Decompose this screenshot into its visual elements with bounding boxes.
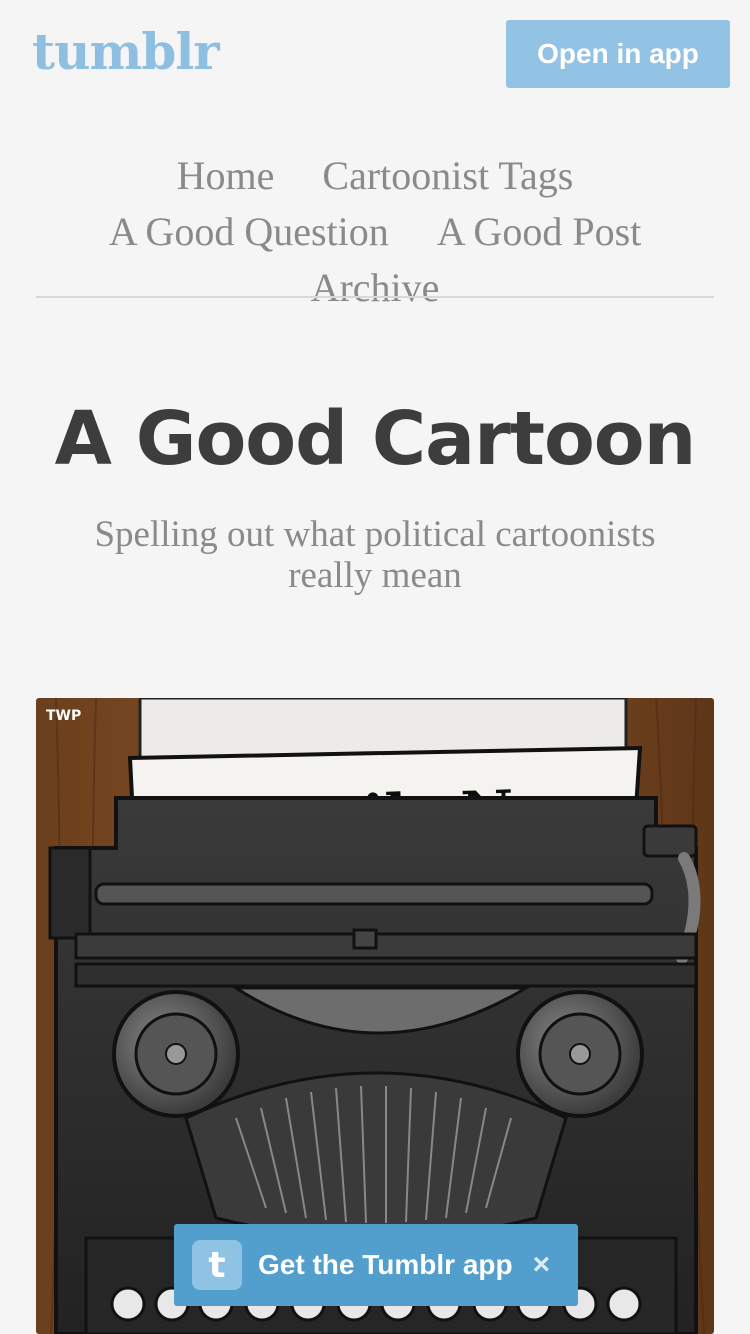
- nav-divider: [36, 296, 714, 298]
- tumblr-logo[interactable]: tumblr: [32, 22, 220, 81]
- get-app-label[interactable]: Get the Tumblr app: [258, 1249, 513, 1281]
- get-tumblr-app-banner[interactable]: t Get the Tumblr app ×: [174, 1224, 578, 1306]
- top-bar: tumblr Open in app: [0, 0, 750, 110]
- blog-description: Spelling out what political cartoonists …: [94, 514, 656, 596]
- tumblr-t-icon: t: [192, 1240, 242, 1290]
- nav-item-a-good-question[interactable]: A Good Question: [109, 209, 389, 254]
- blog-navigation: Home Cartoonist Tags A Good Question A G…: [60, 148, 690, 316]
- nav-item-cartoonist-tags[interactable]: Cartoonist Tags: [322, 153, 573, 198]
- nav-item-a-good-post[interactable]: A Good Post: [437, 209, 642, 254]
- nav-item-home[interactable]: Home: [177, 153, 275, 198]
- close-icon[interactable]: ×: [533, 1248, 551, 1282]
- open-in-app-button[interactable]: Open in app: [506, 20, 730, 88]
- blog-title: A Good Cartoon: [54, 396, 697, 482]
- watermark-text: TWP: [46, 708, 81, 724]
- nav-item-archive[interactable]: Archive: [311, 265, 440, 310]
